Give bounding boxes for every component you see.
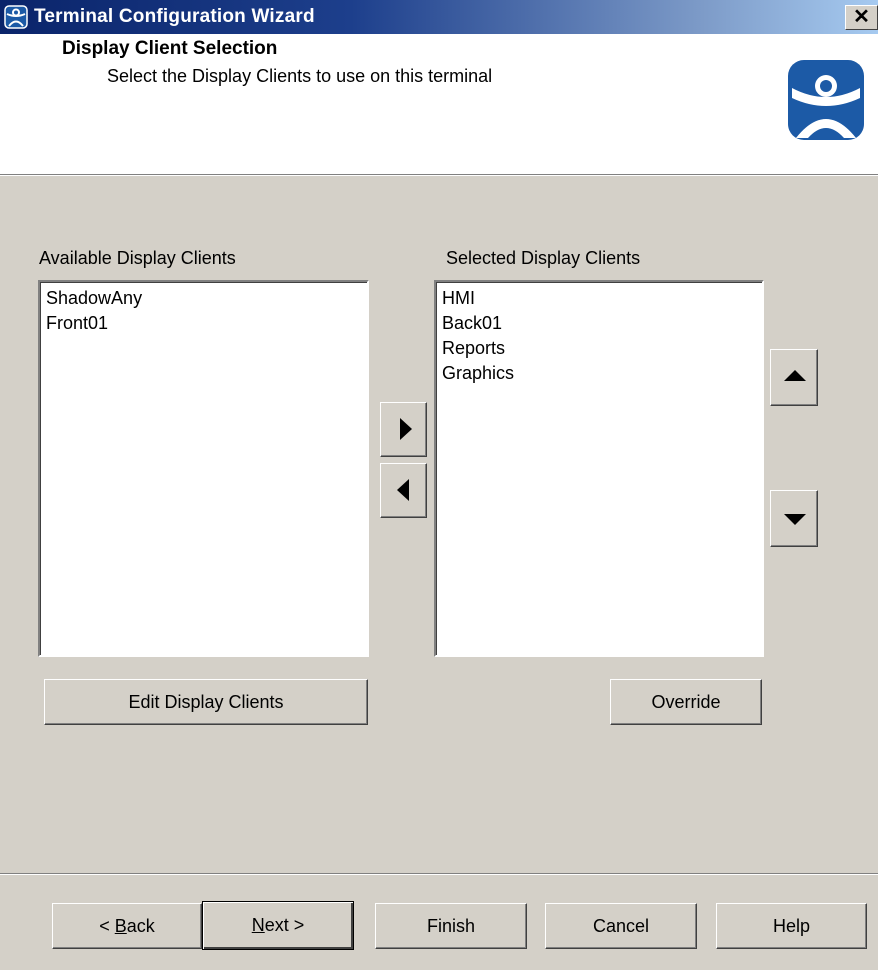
next-button[interactable]: Next >: [202, 901, 354, 950]
cancel-button[interactable]: Cancel: [545, 903, 697, 949]
thinmanager-icon: [4, 5, 28, 29]
move-up-button[interactable]: [770, 349, 818, 406]
page-subtitle: Select the Display Clients to use on thi…: [107, 66, 493, 86]
selected-clients-label: Selected Display Clients: [446, 248, 641, 268]
selected-clients-listbox[interactable]: HMI Back01 Reports Graphics: [434, 280, 764, 657]
override-label: Override: [651, 692, 721, 712]
arrow-up-icon: [784, 370, 806, 381]
edit-display-clients-label: Edit Display Clients: [128, 692, 284, 712]
close-icon: ✕: [853, 6, 870, 28]
back-rest: ack: [126, 916, 155, 936]
arrow-right-icon: [400, 418, 412, 440]
back-label: < Back: [99, 904, 155, 948]
list-item[interactable]: Back01: [442, 311, 762, 336]
arrow-left-icon: [397, 479, 409, 501]
cancel-label: Cancel: [592, 916, 650, 936]
available-clients-listbox[interactable]: ShadowAny Front01: [38, 280, 369, 657]
remove-client-button[interactable]: [380, 463, 427, 518]
edit-display-clients-button[interactable]: Edit Display Clients: [44, 679, 368, 725]
list-item[interactable]: Reports: [442, 336, 762, 361]
help-button[interactable]: Help: [716, 903, 867, 949]
close-button[interactable]: ✕: [845, 5, 878, 30]
window-title: Terminal Configuration Wizard: [34, 6, 315, 27]
move-down-button[interactable]: [770, 490, 818, 547]
title-bar: Terminal Configuration Wizard ✕: [0, 0, 878, 34]
footer-divider-highlight: [0, 874, 878, 875]
thinmanager-logo: [788, 60, 864, 140]
help-label: Help: [772, 916, 811, 936]
list-item[interactable]: Graphics: [442, 361, 762, 386]
back-mnemonic: B: [114, 916, 127, 936]
back-button[interactable]: < Back: [52, 903, 202, 949]
header-divider: [0, 175, 878, 176]
next-mnemonic: N: [251, 915, 265, 935]
finish-button[interactable]: Finish: [375, 903, 527, 949]
available-clients-label: Available Display Clients: [39, 248, 236, 268]
list-item[interactable]: ShadowAny: [46, 286, 367, 311]
list-item[interactable]: HMI: [442, 286, 762, 311]
back-prefix: <: [99, 916, 115, 936]
next-rest: ext >: [264, 915, 305, 935]
override-button[interactable]: Override: [610, 679, 762, 725]
next-label: Next >: [252, 902, 305, 949]
finish-label: Finish: [426, 916, 475, 936]
page-title: Display Client Selection: [62, 38, 278, 59]
arrow-down-icon: [784, 514, 806, 525]
list-item[interactable]: Front01: [46, 311, 367, 336]
add-client-button[interactable]: [380, 402, 427, 457]
